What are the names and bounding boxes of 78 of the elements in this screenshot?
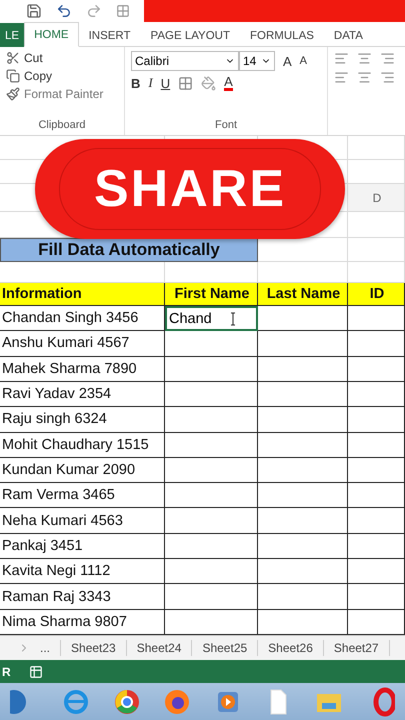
- group-label: Font: [214, 119, 238, 133]
- table-cell: [348, 407, 405, 433]
- table-cell: [348, 534, 405, 560]
- column-header[interactable]: D: [348, 184, 405, 212]
- table-cell: Pankaj 3451: [0, 534, 165, 560]
- table-cell: [348, 331, 405, 357]
- table-cell: [348, 458, 405, 484]
- status-text: R: [2, 664, 11, 678]
- table-cell: [348, 483, 405, 508]
- sheet-tab[interactable]: Sheet27: [324, 640, 390, 656]
- paintbrush-icon: [6, 87, 20, 101]
- italic-button[interactable]: I: [148, 75, 153, 91]
- font-color-button[interactable]: A: [224, 75, 233, 91]
- clipboard-command[interactable]: Copy: [6, 69, 118, 83]
- table-cell: Mohit Chaudhary 1515: [0, 432, 165, 458]
- header-cell: Last Name: [258, 283, 348, 306]
- align-icon[interactable]: [334, 70, 349, 85]
- clipboard-command[interactable]: Cut: [6, 51, 118, 65]
- sheet-tab[interactable]: Sheet23: [61, 640, 127, 656]
- table-cell: Nima Sharma 9807: [0, 610, 165, 635]
- ribbon-tab[interactable]: INSERT: [78, 23, 141, 47]
- table-cell: [348, 508, 405, 534]
- align-icon[interactable]: [334, 51, 349, 66]
- table-cell: [348, 432, 405, 458]
- table-cell: Anshu Kumari 4567: [0, 331, 165, 357]
- font-name-field[interactable]: Calibri: [131, 51, 239, 71]
- ribbon-tab[interactable]: HOME: [24, 22, 79, 47]
- sheet-tab[interactable]: Sheet24: [126, 640, 192, 656]
- fill-color-icon[interactable]: [201, 76, 216, 90]
- underline-button[interactable]: U: [160, 76, 170, 90]
- table-cell: Mahek Sharma 7890: [0, 356, 165, 382]
- redo-icon[interactable]: [86, 3, 102, 19]
- header-cell: ID: [348, 283, 405, 306]
- align-icon[interactable]: [357, 70, 372, 85]
- align-icon[interactable]: [357, 51, 372, 66]
- align-icon[interactable]: [380, 70, 395, 85]
- grid-cell: [348, 238, 405, 262]
- share-button[interactable]: SHARE: [35, 139, 345, 239]
- text-cursor-icon: [230, 312, 236, 326]
- sheet-tab[interactable]: Sheet26: [258, 640, 324, 656]
- grid-cell: [348, 212, 405, 238]
- ribbon-tab[interactable]: DATA: [324, 23, 373, 47]
- table-cell: [348, 356, 405, 382]
- table-cell: Kavita Negi 1112: [0, 559, 165, 584]
- shrink-font-button[interactable]: A: [300, 55, 308, 67]
- table-cell: [348, 382, 405, 408]
- copy-icon: [6, 69, 20, 83]
- table-cell: [348, 559, 405, 584]
- table-cell: Raman Raj 3343: [0, 584, 165, 610]
- header-cell: First Name: [165, 283, 258, 306]
- bold-button[interactable]: B: [131, 76, 140, 90]
- table-cell: Ram Verma 3465: [0, 483, 165, 508]
- sheet-title: Fill Data Automatically: [0, 238, 258, 262]
- table-cell: Ravi Yadav 2354: [0, 382, 165, 408]
- table-cell: Neha Kumari 4563: [0, 508, 165, 534]
- borders-icon[interactable]: [178, 76, 194, 90]
- sheet-tab[interactable]: Sheet25: [192, 640, 258, 656]
- grow-font-button[interactable]: A: [283, 54, 292, 68]
- header-cell: Information: [0, 283, 165, 306]
- sheet-tab[interactable]: ...: [30, 640, 62, 656]
- font-size-field[interactable]: 14: [239, 51, 275, 71]
- scissors-icon: [6, 51, 20, 65]
- save-icon[interactable]: [26, 3, 42, 19]
- undo-icon[interactable]: [56, 3, 72, 19]
- grid-cell: [348, 262, 405, 283]
- table-cell: [348, 306, 405, 332]
- clipboard-command[interactable]: Format Painter: [6, 87, 118, 101]
- file-tab[interactable]: LE: [0, 23, 24, 47]
- grid-icon[interactable]: [116, 4, 130, 18]
- table-cell: [348, 584, 405, 610]
- table-cell: Kundan Kumar 2090: [0, 458, 165, 484]
- sheet-icon[interactable]: [28, 664, 43, 678]
- ribbon-tab[interactable]: PAGE LAYOUT: [140, 23, 240, 47]
- table-cell: Chandan Singh 3456: [0, 306, 165, 332]
- table-cell: Raju singh 6324: [0, 407, 165, 433]
- group-label: Clipboard: [37, 119, 87, 133]
- ribbon-tab[interactable]: FORMULAS: [240, 23, 324, 47]
- align-icon[interactable]: [380, 51, 395, 66]
